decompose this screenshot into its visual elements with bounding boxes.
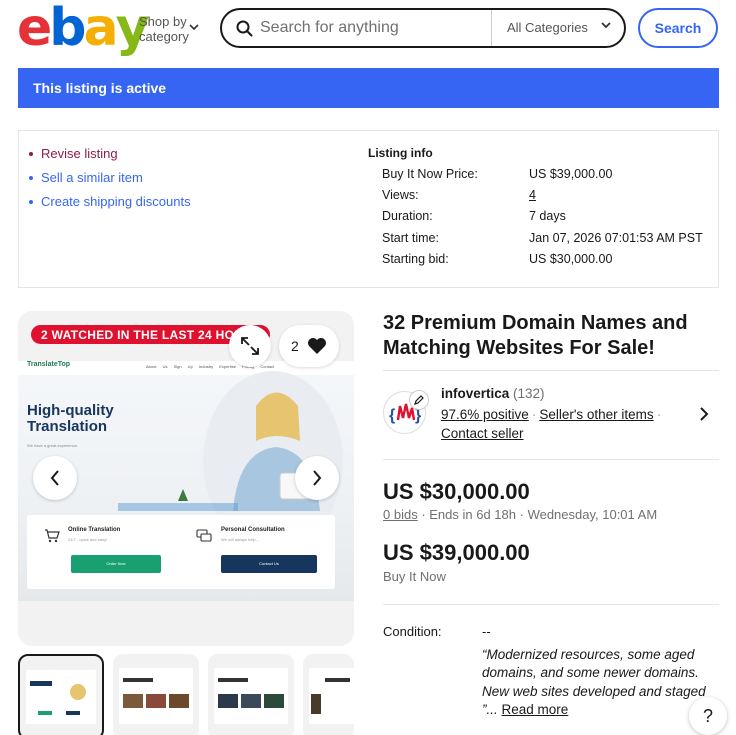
buy-it-now-label: Buy It Now [383,569,446,584]
contact-us-image-button: Contact Us [221,555,317,573]
info-label: Views: [382,188,419,203]
bid-info: 0 bids · Ends in 6d 18h · Wednesday, 10:… [383,507,658,522]
logo-letter-e: e [17,0,52,58]
card-subtitle: We will always help... [221,537,259,542]
contact-seller-link[interactable]: Contact seller [441,426,524,441]
divider [383,459,719,460]
chevron-down-icon [189,20,199,34]
order-now-image-button: Order Now [71,555,161,573]
seller-description: “Modernized resources, some aged domains… [482,646,718,719]
thumbnail[interactable] [208,654,294,735]
other-items-link[interactable]: Seller's other items [539,407,653,422]
expand-image-button[interactable] [229,325,271,367]
search-input[interactable] [260,14,485,42]
thumbnail[interactable] [303,654,354,735]
info-label: Buy It Now Price: [382,167,478,181]
card-title: Online Translation [68,527,121,533]
info-label: Start time: [382,230,439,245]
listing-status-banner: This listing is active [18,68,719,108]
info-row: Duration: 7 days [382,209,703,230]
seller-feedback-count: (132) [513,386,545,401]
card-title: Personal Consultation [221,527,285,533]
thumbnail[interactable] [18,654,104,735]
info-label: Duration: [382,209,433,224]
info-row: Starting bid: US $30,000.00 [382,252,703,273]
seller-name[interactable]: infovertica [441,386,509,401]
chevron-left-icon [50,470,59,486]
condition-value: -- [482,624,491,639]
shop-by-label: Shop by [139,14,187,29]
feedback-link[interactable]: 97.6% positive [441,407,529,422]
watch-button[interactable]: 2 [279,325,339,367]
info-value: Jan 07, 2026 07:01:53 AM PST [529,230,703,245]
info-value: US $30,000.00 [529,251,613,266]
watch-count: 2 [291,338,299,354]
pencil-icon[interactable] [409,390,429,410]
separator-dot: · [656,407,662,422]
logo-letter-b: b [49,0,86,58]
ebay-logo[interactable]: ebay [17,0,150,58]
item-title: 32 Premium Domain Names and Matching Web… [383,312,688,359]
site-logo-text: TranslateTop [27,361,71,368]
separator-dot: · [531,407,537,422]
info-row: Views: 4 [382,188,703,209]
chevron-right-icon[interactable] [697,405,711,423]
previous-image-button[interactable] [33,456,77,500]
views-link[interactable]: 4 [529,188,536,202]
logo-letter-a: a [83,0,119,58]
cart-icon [44,529,60,546]
card-subtitle: 24/7 - quick and easy! [68,537,108,542]
site-subtext: We have a great experience. [27,443,79,448]
chat-icon [196,529,212,548]
headline-line: Translation [27,418,108,435]
info-value: US $39,000.00 [529,167,613,181]
bids-link[interactable]: 0 bids [383,507,418,522]
heart-icon [308,338,326,354]
condition-label: Condition: [383,624,442,639]
current-bid-price: US $30,000.00 [383,479,530,504]
next-image-button[interactable] [295,456,339,500]
info-value: 7 days [529,209,566,224]
info-row: Start time: Jan 07, 2026 07:01:53 AM PST [382,231,703,252]
info-row: Buy It Now Price: US $39,000.00 [382,167,703,188]
category-select[interactable]: All Categories [507,20,588,35]
chevron-down-icon [600,18,612,33]
site-headline: High-quality Translation [27,403,114,435]
shop-by-category-button[interactable]: Shop by category [139,14,189,44]
ends-in: Ends in 6d 18h [429,507,516,522]
read-more-link[interactable]: Read more [502,702,569,717]
listing-info-title: Listing info [368,146,433,160]
seller-links: 97.6% positive · Seller's other items · [441,407,664,422]
seller-actions-list: Revise listing Sell a similar item Creat… [28,147,191,219]
revise-listing-link[interactable]: Revise listing [28,147,191,171]
category-label: category [139,29,189,44]
search-divider [491,10,492,46]
listing-info-table: Buy It Now Price: US $39,000.00 Views: 4 D… [382,167,703,273]
sell-similar-link[interactable]: Sell a similar item [28,171,191,195]
divider [383,370,719,371]
headline-line: High-quality [27,402,114,419]
shipping-discounts-link[interactable]: Create shipping discounts [28,195,191,219]
chevron-right-icon [313,470,322,486]
thumbnail[interactable] [113,654,199,735]
search-icon [233,17,257,41]
info-label: Starting bid: [382,251,449,266]
divider [383,604,719,605]
search-button[interactable]: Search [638,8,718,48]
svg-text:{: { [389,407,395,424]
buy-it-now-price: US $39,000.00 [383,540,530,565]
help-button[interactable]: ? [689,697,727,735]
end-time: Wednesday, 10:01 AM [527,507,658,522]
expand-icon [241,337,259,355]
